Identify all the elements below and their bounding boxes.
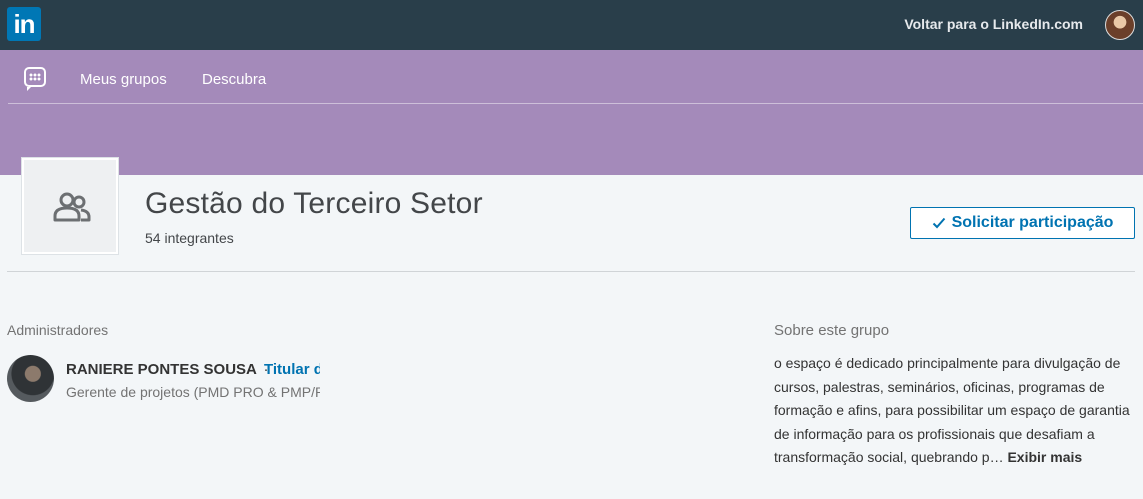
section-divider — [7, 271, 1135, 272]
admin-role: Titular do grupo — [264, 361, 320, 378]
group-logo — [22, 158, 118, 254]
group-title: Gestão do Terceiro Setor — [145, 187, 483, 220]
admin-name-text[interactable]: RANIERE PONTES SOUSA — [66, 361, 256, 378]
admin-headline: Gerente de projetos (PMD PRO & PMP/PMI) — [66, 384, 320, 400]
show-more-link[interactable]: Exibir mais — [1007, 449, 1082, 465]
top-navbar: in Voltar para o LinkedIn.com — [0, 0, 1143, 50]
admin-avatar[interactable] — [7, 355, 54, 402]
member-count[interactable]: 54 integrantes — [145, 230, 234, 246]
group-members-icon — [53, 192, 91, 222]
user-avatar[interactable] — [1105, 10, 1135, 40]
group-banner: Meus grupos Descubra — [0, 50, 1143, 175]
request-join-button[interactable]: Solicitar participação — [910, 207, 1135, 239]
back-to-linkedin-link[interactable]: Voltar para o LinkedIn.com — [904, 16, 1083, 32]
linkedin-logo[interactable]: in — [7, 7, 41, 41]
request-join-label: Solicitar participação — [951, 214, 1114, 231]
admins-heading: Administradores — [7, 322, 109, 338]
about-heading: Sobre este grupo — [774, 322, 890, 339]
checkmark-icon — [932, 217, 945, 229]
nav-divider — [8, 103, 1143, 104]
nav-my-groups[interactable]: Meus grupos — [80, 71, 167, 88]
groups-icon[interactable] — [24, 67, 46, 91]
about-description: o espaço é dedicado principalmente para … — [774, 352, 1134, 470]
nav-discover[interactable]: Descubra — [202, 71, 266, 88]
admin-name[interactable]: RANIERE PONTES SOUSA · — [66, 361, 271, 378]
